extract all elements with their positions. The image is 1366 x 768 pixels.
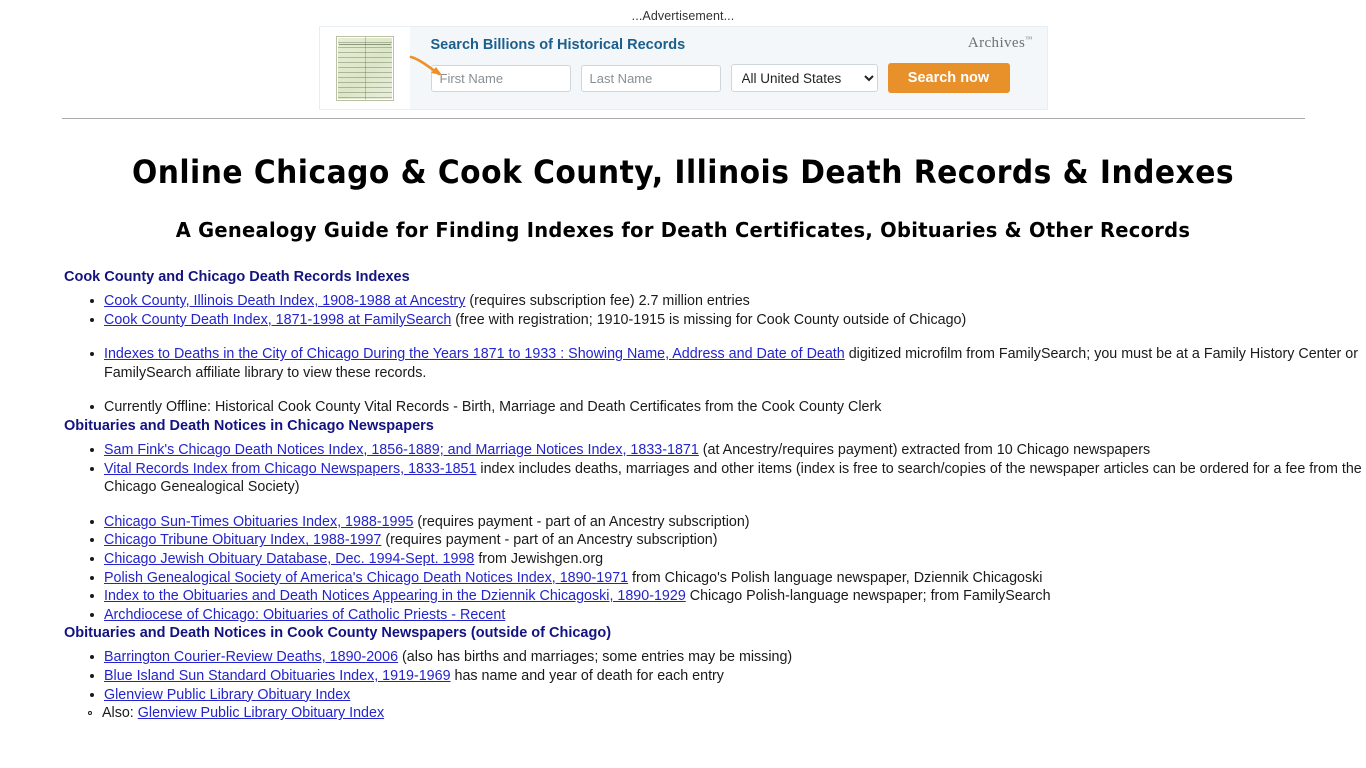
death-certificate-thumbnail-icon	[335, 35, 394, 101]
item-description: has name and year of death for each entr…	[450, 667, 724, 684]
sub-item-prefix: Also:	[102, 705, 138, 722]
location-select[interactable]: All United States	[730, 64, 878, 92]
resource-link[interactable]: Chicago Sun-Times Obituaries Index, 1988…	[104, 514, 413, 530]
ad-headline: Search Billions of Historical Records	[430, 37, 686, 53]
ad-body: Search Billions of Historical Records Ar…	[409, 27, 1047, 109]
resource-link[interactable]: Archdiocese of Chicago: Obituaries of Ca…	[104, 607, 505, 623]
first-name-input[interactable]	[430, 64, 571, 92]
list-item: Currently Offline: Historical Cook Count…	[90, 398, 1366, 417]
link-list: Cook County, Illinois Death Index, 1908-…	[64, 292, 1366, 417]
archives-logo-text: Archives	[967, 35, 1026, 51]
list-item: Polish Genealogical Society of America's…	[90, 569, 1366, 588]
list-item: Index to the Obituaries and Death Notice…	[90, 587, 1366, 606]
item-description: (also has births and marriages; some ent…	[398, 649, 793, 666]
main-content: Cook County and Chicago Death Records In…	[0, 268, 1366, 723]
resource-link[interactable]: Blue Island Sun Standard Obituaries Inde…	[104, 668, 451, 684]
item-description: Chicago Polish-language newspaper; from …	[685, 588, 1051, 605]
advertisement-region: ...Advertisement... Search Billions of H…	[0, 0, 1366, 110]
trademark-icon: ™	[1025, 35, 1033, 43]
page-title: Online Chicago & Cook County, Illinois D…	[131, 153, 1235, 191]
resource-link[interactable]: Cook County Death Index, 1871-1998 at Fa…	[104, 312, 451, 328]
last-name-input[interactable]	[580, 64, 721, 92]
resource-link[interactable]: Vital Records Index from Chicago Newspap…	[104, 461, 476, 477]
section-heading: Cook County and Chicago Death Records In…	[64, 269, 410, 285]
list-item: Blue Island Sun Standard Obituaries Inde…	[90, 667, 1366, 686]
header-divider	[61, 118, 1305, 119]
list-item: Cook County Death Index, 1871-1998 at Fa…	[90, 311, 1366, 330]
item-description: from Jewishgen.org	[474, 550, 604, 567]
item-description: (requires payment - part of an Ancestry …	[381, 532, 718, 549]
page-subtitle: A Genealogy Guide for Finding Indexes fo…	[175, 218, 1191, 242]
list-item: Chicago Jewish Obituary Database, Dec. 1…	[90, 550, 1366, 569]
list-item: Chicago Tribune Obituary Index, 1988-199…	[90, 531, 1366, 550]
search-now-button[interactable]: Search now	[887, 63, 1010, 93]
item-description: from Chicago's Polish language newspaper…	[628, 569, 1043, 586]
archives-logo: Archives™	[968, 35, 1033, 52]
ad-search-form: All United States Search now	[428, 63, 1035, 93]
link-list: Sam Fink's Chicago Death Notices Index, …	[64, 441, 1366, 624]
list-item: Cook County, Illinois Death Index, 1908-…	[90, 292, 1366, 311]
link-list: Barrington Courier-Review Deaths, 1890-2…	[64, 648, 1366, 704]
resource-link[interactable]: Sam Fink's Chicago Death Notices Index, …	[104, 442, 699, 458]
resource-link[interactable]: Cook County, Illinois Death Index, 1908-…	[104, 293, 465, 309]
list-item: Barrington Courier-Review Deaths, 1890-2…	[90, 648, 1366, 667]
advertisement-label: ...Advertisement...	[631, 9, 735, 23]
ad-thumbnail-panel	[319, 27, 410, 109]
archives-ad-banner[interactable]: Search Billions of Historical Records Ar…	[318, 26, 1048, 110]
sub-resource-link[interactable]: Glenview Public Library Obituary Index	[138, 705, 384, 721]
sub-link-list: Also: Glenview Public Library Obituary I…	[64, 704, 1366, 723]
item-description: (requires subscription fee) 2.7 million …	[465, 293, 750, 309]
list-item: Glenview Public Library Obituary Index	[90, 686, 1366, 705]
list-item: Vital Records Index from Chicago Newspap…	[90, 460, 1366, 497]
item-description: (requires payment - part of an Ancestry …	[413, 513, 750, 530]
section-heading: Obituaries and Death Notices in Cook Cou…	[64, 625, 612, 642]
resource-link[interactable]: Glenview Public Library Obituary Index	[104, 687, 350, 703]
list-item: Indexes to Deaths in the City of Chicago…	[90, 345, 1366, 382]
sub-list-item: Also: Glenview Public Library Obituary I…	[88, 704, 1366, 723]
resource-link[interactable]: Polish Genealogical Society of America's…	[104, 570, 628, 586]
resource-link[interactable]: Barrington Courier-Review Deaths, 1890-2…	[104, 649, 398, 665]
item-description: Currently Offline: Historical Cook Count…	[104, 399, 882, 416]
list-item: Chicago Sun-Times Obituaries Index, 1988…	[90, 513, 1366, 532]
resource-link[interactable]: Chicago Tribune Obituary Index, 1988-199…	[104, 532, 381, 548]
resource-link[interactable]: Chicago Jewish Obituary Database, Dec. 1…	[104, 551, 474, 567]
resource-link[interactable]: Index to the Obituaries and Death Notice…	[104, 588, 686, 604]
list-item: Sam Fink's Chicago Death Notices Index, …	[90, 441, 1366, 460]
section-heading: Obituaries and Death Notices in Chicago …	[64, 417, 434, 434]
resource-link[interactable]: Indexes to Deaths in the City of Chicago…	[104, 346, 845, 362]
list-item: Archdiocese of Chicago: Obituaries of Ca…	[90, 606, 1366, 625]
item-description: (at Ancestry/requires payment) extracted…	[698, 441, 1151, 458]
item-description: (free with registration; 1910-1915 is mi…	[451, 311, 967, 328]
